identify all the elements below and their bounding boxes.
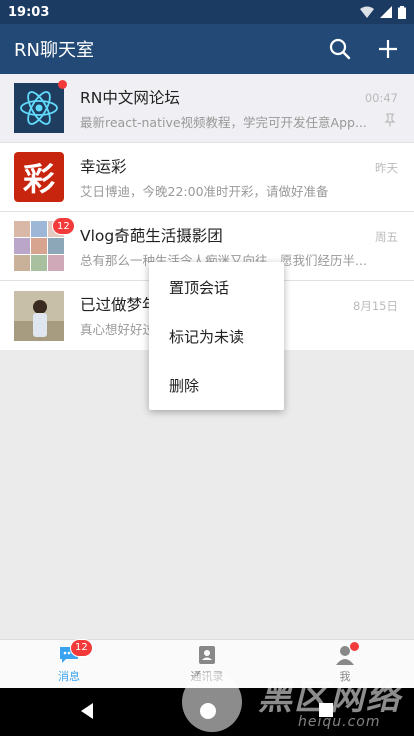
avatar: 12 [14,217,75,271]
status-icons [360,5,406,19]
unread-dot-badge [58,80,67,89]
watermark: 黑区网络 heiqu.com [178,668,414,736]
signal-icon [380,6,392,18]
chat-name: Vlog奇葩生活摄影团 [80,226,223,245]
contacts-icon [196,645,218,665]
unread-dot-badge [350,641,359,651]
react-logo-icon [14,83,64,133]
unread-count-badge: 12 [52,217,75,235]
menu-item-pin-chat[interactable]: 置顶会话 [149,263,284,312]
app-actions [328,37,400,61]
chat-time: 昨天 [375,161,398,175]
back-icon[interactable] [79,702,95,720]
watermark-url: heiqu.com [298,714,381,730]
plus-icon[interactable] [376,37,400,61]
app-bar: RN聊天室 [0,24,414,74]
status-bar: 19:03 [0,0,414,24]
tab-messages[interactable]: 12 消息 [0,638,138,688]
chat-time: 8月15日 [353,299,398,313]
chat-item-rn-forum[interactable]: RN中文网论坛 最新react-native视频教程，学完可开发任意App...… [0,74,414,143]
wifi-icon [360,6,374,18]
lottery-avatar: 彩 [14,152,64,202]
chat-message: 艾日博迪，今晚22:00准时开彩，请做好准备 [80,183,329,199]
person-photo-avatar [14,290,64,341]
app-title: RN聊天室 [14,40,94,61]
avatar: 彩 [14,152,64,202]
avatar [14,290,64,341]
search-icon[interactable] [328,37,352,61]
chat-time: 00:47 [364,91,398,105]
chat-bubble-icon: 12 [58,638,93,665]
tab-label: 消息 [58,669,80,683]
person-icon [334,641,359,665]
status-time: 19:03 [8,4,50,20]
chat-name: 幸运彩 [80,157,127,176]
watermark-logo [182,672,242,732]
chat-message: 最新react-native视频教程，学完可开发任意App... [80,114,367,130]
chat-text: 幸运彩 艾日博迪，今晚22:00准时开彩，请做好准备 [80,155,414,200]
avatar-text: 彩 [22,160,55,198]
unread-count-badge: 12 [70,638,93,657]
pin-icon [384,112,396,131]
menu-item-mark-unread[interactable]: 标记为未读 [149,312,284,361]
battery-icon [398,5,406,19]
chat-time: 周五 [375,230,398,244]
context-menu: 置顶会话 标记为未读 删除 [149,262,284,410]
avatar [14,80,67,133]
watermark-text: 黑区网络 [258,678,402,718]
chat-item-lucky-lottery[interactable]: 彩 幸运彩 艾日博迪，今晚22:00准时开彩，请做好准备 昨天 [0,143,414,212]
menu-item-delete[interactable]: 删除 [149,361,284,410]
